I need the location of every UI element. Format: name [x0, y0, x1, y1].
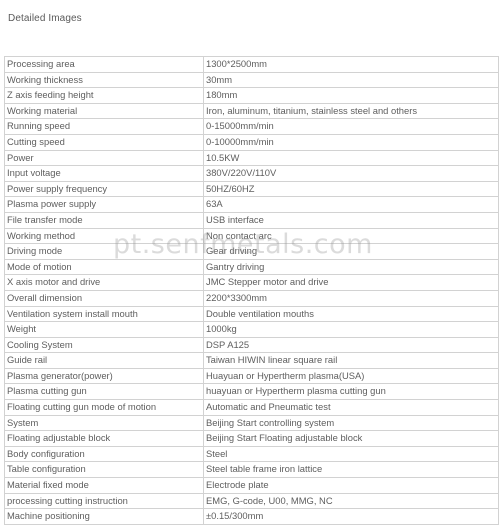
spec-key-cell: X axis motor and drive	[4, 274, 204, 291]
table-row: X axis motor and drive JMC Stepper motor …	[4, 274, 499, 291]
spec-key-cell: Cooling System	[4, 336, 204, 354]
table-row: Cooling System DSP A125	[4, 336, 499, 354]
spec-key-cell: Plasma cutting gun	[4, 383, 204, 401]
spec-value-cell: 1000kg	[203, 321, 499, 338]
table-row: Floating adjustable block Beijing Start F…	[4, 430, 499, 447]
table-row: Working material Iron, aluminum, titanium…	[4, 102, 499, 120]
table-row: Floating cutting gun mode of motion Autom…	[4, 399, 499, 416]
spec-key-cell: Working thickness	[4, 71, 204, 89]
spec-value-cell: Steel	[203, 445, 499, 463]
table-row: Driving mode Gear driving	[4, 243, 499, 260]
table-row: Power supply frequency 50HZ/60HZ	[4, 180, 499, 198]
table-row: Material fixed mode Electrode plate	[4, 477, 499, 494]
spec-value-cell: Huayuan or Hypertherm plasma(USA)	[203, 367, 499, 385]
spec-key-cell: Cutting speed	[4, 133, 204, 151]
spec-key-cell: Floating adjustable block	[4, 430, 204, 447]
spec-key-cell: Table configuration	[4, 461, 204, 479]
table-row: Working method Non contact arc	[4, 227, 499, 245]
spec-key-cell: Plasma power supply	[4, 196, 204, 213]
table-row: Processing area 1300*2500mm	[4, 56, 499, 73]
spec-value-cell: USB interface	[203, 211, 499, 229]
spec-value-cell: Electrode plate	[203, 477, 499, 494]
table-row: Cutting speed 0-10000mm/min	[4, 133, 499, 151]
spec-key-cell: Working method	[4, 227, 204, 245]
spec-value-cell: Automatic and Pneumatic test	[203, 399, 499, 416]
table-row: Weight 1000kg	[4, 321, 499, 338]
page-title: Detailed Images	[8, 13, 82, 24]
specification-table: Processing area 1300*2500mm Working thickn…	[4, 56, 499, 525]
table-row: Input voltage 380V/220V/110V	[4, 165, 499, 182]
spec-key-cell: Guide rail	[4, 352, 204, 369]
spec-value-cell: 30mm	[203, 71, 499, 89]
table-row: File transfer mode USB interface	[4, 211, 499, 229]
spec-key-cell: Floating cutting gun mode of motion	[4, 399, 204, 416]
spec-value-cell: 180mm	[203, 87, 499, 104]
spec-value-cell: 380V/220V/110V	[203, 165, 499, 182]
table-row: Guide rail Taiwan HIWIN linear square rai…	[4, 352, 499, 369]
spec-value-cell: 0-15000mm/min	[203, 118, 499, 135]
spec-value-cell: Beijing Start controlling system	[203, 414, 499, 432]
spec-value-cell: Iron, aluminum, titanium, stainless stee…	[203, 102, 499, 120]
spec-key-cell: processing cutting instruction	[4, 492, 204, 510]
spec-key-cell: Power supply frequency	[4, 180, 204, 198]
table-row: Overall dimension 2200*3300mm	[4, 289, 499, 307]
table-row: Mode of motion Gantry driving	[4, 258, 499, 276]
spec-key-cell: Working material	[4, 102, 204, 120]
spec-key-cell: Machine positioning	[4, 508, 204, 525]
spec-key-cell: Ventilation system install mouth	[4, 305, 204, 323]
table-row: Working thickness 30mm	[4, 71, 499, 89]
spec-key-cell: Overall dimension	[4, 289, 204, 307]
table-row: Running speed 0-15000mm/min	[4, 118, 499, 135]
specification-table-container: Processing area 1300*2500mm Working thickn…	[4, 56, 499, 525]
spec-key-cell: Body configuration	[4, 445, 204, 463]
spec-key-cell: Mode of motion	[4, 258, 204, 276]
spec-value-cell: 63A	[203, 196, 499, 213]
table-row: Plasma power supply 63A	[4, 196, 499, 213]
spec-key-cell: Input voltage	[4, 165, 204, 182]
table-row: Table configuration Steel table frame iro…	[4, 461, 499, 479]
spec-key-cell: Material fixed mode	[4, 477, 204, 494]
spec-key-cell: Power	[4, 149, 204, 167]
spec-key-cell: File transfer mode	[4, 211, 204, 229]
spec-value-cell: huayuan or Hypertherm plasma cutting gun	[203, 383, 499, 401]
spec-value-cell: Taiwan HIWIN linear square rail	[203, 352, 499, 369]
spec-value-cell: EMG, G-code, U00, MMG, NC	[203, 492, 499, 510]
spec-key-cell: Weight	[4, 321, 204, 338]
spec-value-cell: 2200*3300mm	[203, 289, 499, 307]
table-row: Plasma cutting gun huayuan or Hypertherm …	[4, 383, 499, 401]
spec-value-cell: 10.5KW	[203, 149, 499, 167]
spec-value-cell: Beijing Start Floating adjustable block	[203, 430, 499, 447]
spec-value-cell: JMC Stepper motor and drive	[203, 274, 499, 291]
spec-value-cell: 0-10000mm/min	[203, 133, 499, 151]
table-row: Machine positioning ±0.15/300mm	[4, 508, 499, 525]
spec-value-cell: DSP A125	[203, 336, 499, 354]
spec-key-cell: Z axis feeding height	[4, 87, 204, 104]
table-row: Plasma generator(power) Huayuan or Hypert…	[4, 367, 499, 385]
spec-value-cell: ±0.15/300mm	[203, 508, 499, 525]
table-row: System Beijing Start controlling system	[4, 414, 499, 432]
product-detail-page: Detailed Images Processing area 1300*2500…	[0, 0, 500, 525]
table-row: Z axis feeding height 180mm	[4, 87, 499, 104]
spec-value-cell: Gantry driving	[203, 258, 499, 276]
spec-key-cell: Plasma generator(power)	[4, 367, 204, 385]
table-row: Ventilation system install mouth Double v…	[4, 305, 499, 323]
spec-value-cell: Double ventilation mouths	[203, 305, 499, 323]
spec-value-cell: Steel table frame iron lattice	[203, 461, 499, 479]
table-row: Body configuration Steel	[4, 445, 499, 463]
spec-value-cell: Gear driving	[203, 243, 499, 260]
spec-key-cell: Processing area	[4, 56, 204, 73]
spec-key-cell: System	[4, 414, 204, 432]
spec-value-cell: Non contact arc	[203, 227, 499, 245]
table-row: Power 10.5KW	[4, 149, 499, 167]
table-row: processing cutting instruction EMG, G-cod…	[4, 492, 499, 510]
spec-value-cell: 50HZ/60HZ	[203, 180, 499, 198]
spec-key-cell: Driving mode	[4, 243, 204, 260]
spec-key-cell: Running speed	[4, 118, 204, 135]
specification-table-body: Processing area 1300*2500mm Working thickn…	[4, 56, 499, 525]
spec-value-cell: 1300*2500mm	[203, 56, 499, 73]
